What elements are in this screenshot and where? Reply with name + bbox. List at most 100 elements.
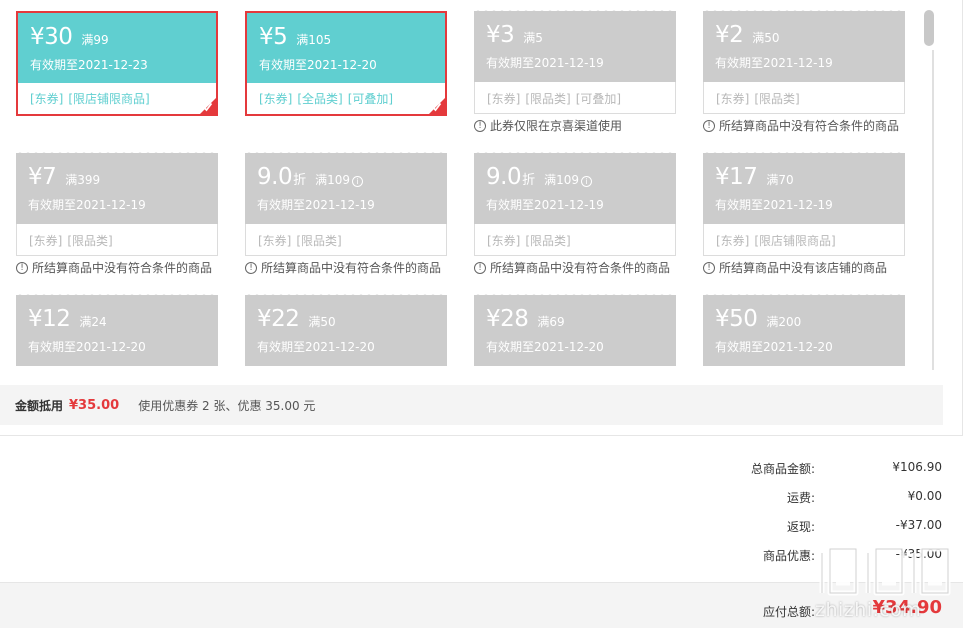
- info-circle-icon: !: [16, 261, 28, 274]
- coupon-card[interactable]: 9.0 折满109 i 有效期至2021-12-19 [东券] [限品类]: [245, 152, 447, 256]
- coupon-value: ¥50: [715, 306, 758, 332]
- coupon-cell: ¥17 满70 有效期至2021-12-19 [东券] [限店铺限商品]! 所结算商品中没…: [703, 152, 905, 295]
- coupon-tag: [限品类]: [754, 92, 800, 106]
- coupon-validity: 有效期至2021-12-19: [715, 56, 833, 70]
- coupon-card[interactable]: ¥7 满399 有效期至2021-12-19 [东券] [限品类]: [16, 152, 218, 256]
- coupon-value: ¥5: [259, 24, 288, 50]
- coupon-tag: [东券]: [29, 234, 63, 248]
- coupon-tag: [东券]: [30, 92, 64, 106]
- scrollbar-track-line: [932, 50, 934, 370]
- coupon-tag: [全品类]: [297, 92, 343, 106]
- coupon-cell: ¥50 满200 有效期至2021-12-20: [703, 294, 905, 370]
- coupon-card[interactable]: ¥3 满5 有效期至2021-12-19 [东券] [限品类] [可叠加]: [474, 10, 676, 114]
- coupon-threshold: 满50: [308, 315, 336, 329]
- coupon-value: ¥7: [28, 164, 57, 190]
- info-circle-icon: !: [703, 119, 715, 132]
- coupon-card[interactable]: ¥2 满50 有效期至2021-12-19 [东券] [限品类]: [703, 10, 905, 114]
- product-discount-label: 商品优惠:: [762, 549, 815, 563]
- coupon-validity: 有效期至2021-12-19: [715, 198, 833, 212]
- coupon-tag: [东券]: [716, 92, 750, 106]
- coupon-threshold: 满69: [537, 315, 565, 329]
- coupon-validity: 有效期至2021-12-20: [486, 340, 604, 354]
- payable-bar: 应付总额: ¥34.90: [0, 582, 963, 628]
- shipping-value: ¥0.00: [907, 489, 942, 503]
- coupon-tags: [东券] [限店铺限商品]: [18, 83, 216, 114]
- coupon-face: ¥5 满105 有效期至2021-12-20: [247, 13, 445, 83]
- coupon-threshold: 满24: [79, 315, 107, 329]
- coupon-value: ¥22: [257, 306, 300, 332]
- coupon-value: 9.0: [257, 164, 293, 190]
- discount-label: 金额抵用: [15, 398, 64, 413]
- coupon-tag: [可叠加]: [347, 92, 394, 106]
- coupon-cell: ¥28 满69 有效期至2021-12-20: [474, 294, 676, 370]
- coupon-value: ¥3: [486, 22, 515, 48]
- coupon-face: ¥50 满200 有效期至2021-12-20: [703, 295, 905, 366]
- coupon-validity: 有效期至2021-12-19: [28, 198, 146, 212]
- coupon-validity: 有效期至2021-12-19: [257, 198, 375, 212]
- reason-text: 所结算商品中没有符合条件的商品: [490, 261, 671, 275]
- coupon-tags: [东券] [限品类]: [16, 224, 218, 256]
- product-discount-value: -¥35.00: [895, 547, 942, 561]
- coupon-card[interactable]: ¥5 满105 有效期至2021-12-20 [东券] [全品类] [可叠加]: [245, 11, 447, 116]
- coupon-summary-bar: 金额抵用 ¥35.00 使用优惠券 2 张、优惠 35.00 元: [0, 385, 943, 425]
- coupon-card[interactable]: ¥28 满69 有效期至2021-12-20: [474, 294, 676, 366]
- coupon-cell: 9.0 折满109 i 有效期至2021-12-19 [东券] [限品类]! 所结算商品中没…: [474, 152, 676, 295]
- coupon-cell: ¥5 满105 有效期至2021-12-20 [东券] [全品类] [可叠加]: [245, 11, 447, 153]
- reason-text: 所结算商品中没有符合条件的商品: [261, 261, 442, 275]
- coupon-tag: [限店铺限商品]: [68, 92, 150, 106]
- info-circle-icon: !: [703, 261, 715, 274]
- coupon-threshold: 满109: [315, 173, 350, 187]
- coupon-card[interactable]: 9.0 折满109 i 有效期至2021-12-19 [东券] [限品类]: [474, 152, 676, 256]
- coupon-threshold: 满70: [766, 173, 794, 187]
- coupon-value: ¥17: [715, 164, 758, 190]
- scrollbar-thumb[interactable]: [924, 10, 934, 46]
- coupon-tag: [限品类]: [296, 234, 342, 248]
- coupon-tag: [限品类]: [525, 92, 571, 106]
- coupon-face: ¥7 满399 有效期至2021-12-19: [16, 153, 218, 224]
- coupon-cell: ¥3 满5 有效期至2021-12-19 [东券] [限品类] [可叠加]! 此券仅限在京喜…: [474, 10, 676, 153]
- coupon-threshold: 满50: [752, 31, 780, 45]
- coupon-card[interactable]: ¥50 满200 有效期至2021-12-20: [703, 294, 905, 366]
- info-icon[interactable]: i: [581, 176, 592, 187]
- coupon-cell: ¥30 满99 有效期至2021-12-23 [东券] [限店铺限商品]: [16, 11, 218, 153]
- coupon-value: ¥2: [715, 22, 744, 48]
- info-icon[interactable]: i: [352, 176, 363, 187]
- coupon-validity: 有效期至2021-12-19: [486, 198, 604, 212]
- coupon-tags: [东券] [限品类] [可叠加]: [474, 82, 676, 114]
- coupon-threshold: 满99: [81, 33, 109, 47]
- coupon-tag: [东券]: [716, 234, 750, 248]
- coupon-threshold: 满109: [544, 173, 579, 187]
- coupon-validity: 有效期至2021-12-19: [486, 56, 604, 70]
- cashback-label: 返现:: [786, 520, 815, 534]
- coupon-face: ¥30 满99 有效期至2021-12-23: [18, 13, 216, 83]
- coupon-card[interactable]: ¥30 满99 有效期至2021-12-23 [东券] [限店铺限商品]: [16, 11, 218, 116]
- coupon-tags: [东券] [全品类] [可叠加]: [247, 83, 445, 114]
- total-row-shipping: 运费: ¥0.00: [0, 481, 963, 510]
- coupon-card[interactable]: ¥12 满24 有效期至2021-12-20: [16, 294, 218, 366]
- total-row-goods: 总商品金额: ¥106.90: [0, 452, 963, 481]
- checkmark-icon: [431, 102, 442, 112]
- shipping-label: 运费:: [786, 491, 815, 505]
- coupon-card[interactable]: ¥22 满50 有效期至2021-12-20: [245, 294, 447, 366]
- coupon-tags: [东券] [限品类]: [245, 224, 447, 256]
- coupon-card[interactable]: ¥17 满70 有效期至2021-12-19 [东券] [限店铺限商品]: [703, 152, 905, 256]
- coupon-unavailable-reason: ! 所结算商品中没有符合条件的商品: [703, 117, 905, 134]
- coupon-threshold: 满200: [766, 315, 802, 329]
- coupon-tag: [东券]: [259, 92, 293, 106]
- coupon-unavailable-reason: ! 所结算商品中没有符合条件的商品: [16, 259, 218, 276]
- coupon-cell: ¥7 满399 有效期至2021-12-19 [东券] [限品类]! 所结算商品中没有符合…: [16, 152, 218, 295]
- coupon-tags: [东券] [限品类]: [474, 224, 676, 256]
- coupon-face: ¥12 满24 有效期至2021-12-20: [16, 295, 218, 366]
- coupon-tag: [限店铺限商品]: [754, 234, 836, 248]
- coupon-validity: 有效期至2021-12-20: [715, 340, 833, 354]
- info-circle-icon: !: [245, 261, 257, 274]
- payable-amount: ¥34.90: [872, 597, 942, 618]
- coupon-tag: [限品类]: [67, 234, 113, 248]
- coupon-value: 9.0: [486, 164, 522, 190]
- coupon-face: ¥2 满50 有效期至2021-12-19: [703, 11, 905, 82]
- info-circle-icon: !: [474, 261, 486, 274]
- coupon-scrollbar[interactable]: [924, 10, 935, 370]
- coupon-cell: ¥22 满50 有效期至2021-12-20: [245, 294, 447, 370]
- reason-text: 所结算商品中没有符合条件的商品: [32, 261, 213, 275]
- coupon-face: 9.0 折满109 i 有效期至2021-12-19: [474, 153, 676, 224]
